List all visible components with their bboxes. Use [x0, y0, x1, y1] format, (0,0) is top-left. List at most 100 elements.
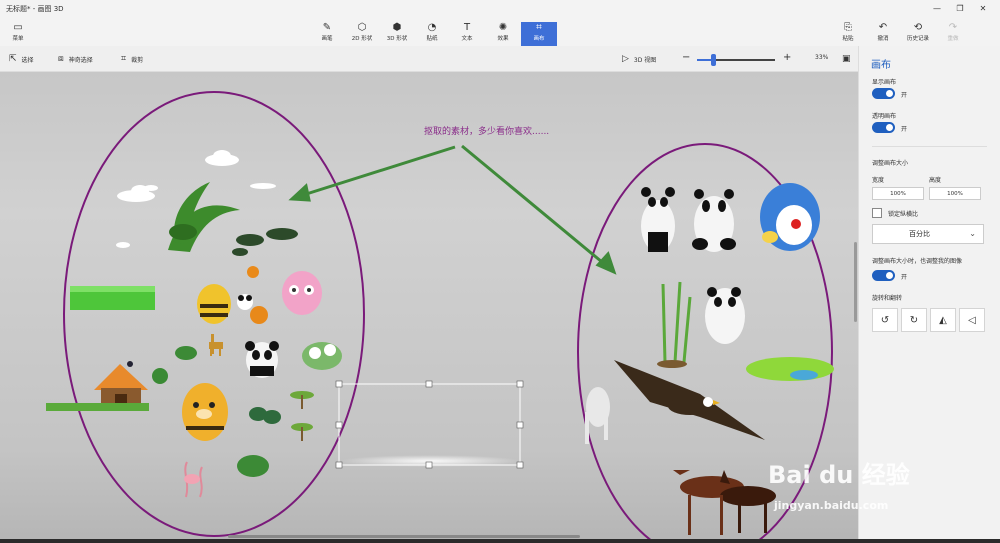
history-label: 历史记录 — [906, 36, 929, 42]
zoom-slider[interactable] — [697, 54, 775, 66]
magic-select-label: 神奇选择 — [68, 56, 93, 64]
canvas-icon: ⌗ — [536, 22, 542, 33]
tool-label: 贴纸 — [426, 36, 438, 42]
resize-title: 调整画布大小 — [872, 160, 909, 167]
select-label: 选择 — [21, 56, 34, 64]
crop-icon: ⌗ — [121, 54, 127, 64]
lock-ratio-checkbox[interactable] — [872, 208, 882, 218]
resize-image-state: 开 — [901, 274, 908, 281]
resize-image-toggle[interactable] — [872, 270, 895, 281]
show-canvas-state: 开 — [901, 92, 908, 99]
tool-label: 2D 形状 — [351, 36, 373, 42]
eagle-sticker — [614, 360, 765, 440]
history-button[interactable]: ⟲ 历史记录 — [902, 22, 934, 46]
crop-button[interactable]: ⌗ 裁剪 — [121, 54, 143, 64]
redo-icon: ↷ — [948, 22, 958, 33]
select-button[interactable]: ⇱ 选择 — [9, 54, 34, 64]
flamingo-sticker — [184, 461, 203, 498]
bear-bee-sticker — [182, 383, 228, 441]
rotate-right-icon: ↻ — [909, 314, 919, 326]
zoom-in-button[interactable]: + — [783, 52, 791, 63]
panel-toggle-button[interactable]: ▣ — [842, 54, 851, 64]
undo-label: 撤消 — [877, 36, 889, 42]
tool-label: 3D 形状 — [386, 36, 408, 42]
view-3d-icon: ▷ — [622, 54, 629, 64]
watermark-url: jingyan.baidu.com — [774, 499, 889, 512]
folder-icon: ▭ — [13, 22, 23, 33]
minimize-button[interactable]: — — [928, 2, 946, 14]
arrow-right — [461, 144, 617, 275]
magic-select-icon: ⧈ — [58, 54, 64, 64]
flip-horizontal-button[interactable]: ◁ — [959, 308, 985, 332]
tool-2d-shapes[interactable]: ⬡ 2D 形状 — [344, 22, 380, 46]
horses-running-sticker — [673, 470, 776, 535]
menu-label: 菜单 — [12, 36, 24, 42]
taskbar — [0, 539, 1000, 543]
bush-sticker — [175, 346, 197, 360]
canvas-drawing — [46, 91, 834, 543]
rotate-left-icon: ↺ — [880, 314, 890, 326]
tool-label: 画笔 — [321, 36, 333, 42]
tool-brushes[interactable]: ✎ 画笔 — [309, 22, 345, 46]
flip-horizontal-icon: ◁ — [968, 314, 976, 326]
sticker-icon: ◔ — [427, 22, 437, 33]
palm-sticker — [290, 391, 314, 441]
text-icon: T — [463, 22, 471, 33]
flip-vertical-icon: ◭ — [939, 314, 947, 326]
rotate-left-button[interactable]: ↺ — [872, 308, 898, 332]
transparent-canvas-label: 透明画布 — [872, 113, 897, 120]
show-canvas-label: 显示画布 — [872, 79, 897, 86]
maximize-button[interactable]: ❐ — [951, 2, 969, 14]
tool-3d-shapes[interactable]: ⬢ 3D 形状 — [379, 22, 415, 46]
panel-title: 画布 — [871, 60, 891, 71]
zoom-level: 33% — [815, 54, 829, 61]
tool-stickers[interactable]: ◔ 贴纸 — [414, 22, 450, 46]
image-icon: ▣ — [842, 54, 851, 64]
width-input[interactable]: 100% — [872, 187, 924, 200]
redo-button[interactable]: ↷ 重做 — [937, 22, 969, 46]
pink-cat-sticker — [282, 271, 322, 315]
magic-select-button[interactable]: ⧈ 神奇选择 — [58, 54, 93, 64]
plant-sticker — [168, 182, 240, 252]
height-input[interactable]: 100% — [929, 187, 981, 200]
lock-ratio-label: 锁定纵横比 — [888, 211, 919, 218]
height-label: 高度 — [929, 177, 942, 184]
unit-value: 百分比 — [909, 230, 930, 238]
fern-sticker — [237, 455, 269, 477]
transparent-canvas-toggle[interactable] — [872, 122, 895, 133]
canvas[interactable]: 抠取的素材，多少看你喜欢...... — [0, 72, 858, 543]
menu-button[interactable]: ▭ 菜单 — [6, 22, 30, 42]
panda-waving-sticker — [641, 187, 675, 252]
close-button[interactable]: ✕ — [974, 2, 992, 14]
horse-white-sticker — [585, 387, 610, 444]
tool-effects[interactable]: ✺ 效果 — [485, 22, 521, 46]
bee-sticker — [197, 284, 268, 324]
unit-dropdown[interactable]: 百分比 ⌄ — [872, 224, 984, 244]
house-sticker — [94, 361, 148, 410]
effects-icon: ✺ — [498, 22, 508, 33]
panda-sitting-sticker — [692, 189, 736, 252]
pond-sticker — [746, 357, 834, 381]
tree-sticker — [152, 368, 168, 384]
vertical-scrollbar[interactable] — [854, 242, 857, 322]
tool-text[interactable]: T 文本 — [449, 22, 485, 46]
zoom-out-button[interactable]: − — [682, 52, 690, 63]
history-icon: ⟲ — [913, 22, 923, 33]
paste-button[interactable]: ⎘ 粘贴 — [832, 22, 864, 46]
show-canvas-toggle[interactable] — [872, 88, 895, 99]
grass-strip-sticker — [46, 403, 149, 411]
penguin-sticker — [760, 183, 820, 251]
rotate-right-button[interactable]: ↻ — [901, 308, 927, 332]
flip-vertical-button[interactable]: ◭ — [930, 308, 956, 332]
undo-button[interactable]: ↶ 撤消 — [867, 22, 899, 46]
zoom-slider-thumb[interactable] — [710, 54, 716, 66]
sub-toolbar: ⇱ 选择 ⧈ 神奇选择 ⌗ 裁剪 ▷ 3D 视图 − + 33% ▣ — [0, 46, 858, 72]
bamboo-sticker — [657, 281, 692, 368]
cube-icon: ⬢ — [392, 22, 402, 33]
horizontal-scrollbar[interactable] — [228, 535, 580, 538]
tool-canvas[interactable]: ⌗ 画布 — [521, 22, 557, 46]
tool-label: 文本 — [461, 36, 473, 42]
panel-divider — [872, 146, 987, 147]
panda-bamboo-sticker — [705, 287, 745, 344]
view-3d-button[interactable]: ▷ 3D 视图 — [622, 54, 656, 64]
